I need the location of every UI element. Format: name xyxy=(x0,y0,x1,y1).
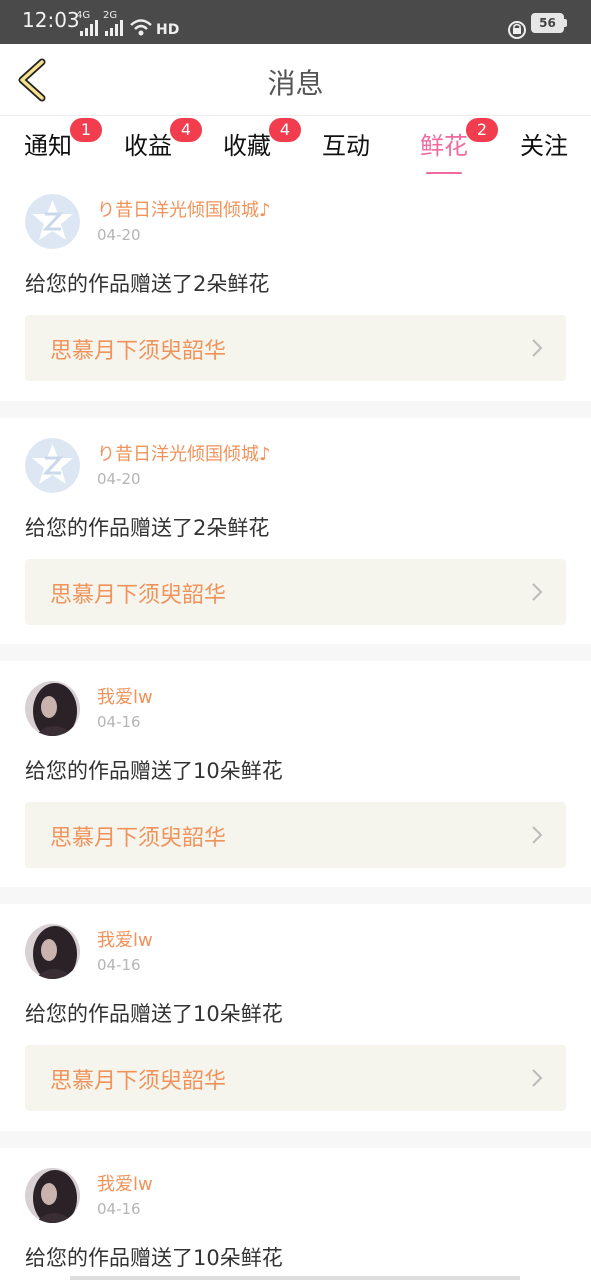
sender-name[interactable]: り昔日洋光倾国倾城♪ xyxy=(97,196,271,222)
message-text: 给您的作品赠送了2朵鲜花 xyxy=(25,272,270,296)
chevron-right-icon xyxy=(532,1069,543,1087)
rotation-lock-icon xyxy=(508,21,526,39)
divider xyxy=(0,1131,591,1148)
avatar[interactable] xyxy=(25,438,80,493)
hd-label: HD xyxy=(156,22,180,38)
message-date: 04-20 xyxy=(97,470,141,488)
tab-label: 鲜花 xyxy=(420,132,468,160)
sender-name[interactable]: 我爱lw xyxy=(97,1170,153,1196)
message-text: 给您的作品赠送了2朵鲜花 xyxy=(25,516,270,540)
tab-flowers[interactable]: 鲜花 2 xyxy=(418,118,498,175)
page-title: 消息 xyxy=(267,67,324,100)
photo-avatar-icon xyxy=(25,1168,80,1223)
wifi-icon xyxy=(130,19,152,36)
tab-follows[interactable]: 关注 xyxy=(518,126,570,170)
tab-label: 关注 xyxy=(520,132,568,160)
tab-notice[interactable]: 通知 1 xyxy=(22,118,102,170)
sender-name[interactable]: 我爱lw xyxy=(97,683,153,709)
avatar[interactable] xyxy=(25,194,80,249)
photo-avatar-icon xyxy=(25,681,80,736)
chevron-right-icon xyxy=(532,339,543,357)
message-date: 04-16 xyxy=(97,1200,141,1218)
signal-icon xyxy=(80,20,98,36)
tab-label: 互动 xyxy=(322,132,370,160)
chevron-right-icon xyxy=(532,826,543,844)
tab-earnings[interactable]: 收益 4 xyxy=(122,118,202,170)
sender-name[interactable]: 我爱lw xyxy=(97,926,153,952)
work-link[interactable]: 思慕月下须臾韶华 xyxy=(25,1045,566,1111)
divider xyxy=(0,887,591,904)
avatar[interactable] xyxy=(25,681,80,736)
list-item[interactable]: 我爱lw 04-16 给您的作品赠送了10朵鲜花 xyxy=(0,1148,591,1280)
status-time: 12:03 xyxy=(22,8,80,32)
chevron-right-icon xyxy=(532,583,543,601)
battery-indicator: 56 xyxy=(531,13,567,33)
status-bar: 12:03 4G 2G HD 56 xyxy=(0,0,591,44)
work-link[interactable]: 思慕月下须臾韶华 xyxy=(25,559,566,625)
work-title: 思慕月下须臾韶华 xyxy=(50,339,227,364)
unread-badge: 1 xyxy=(70,118,102,142)
tab-interactions[interactable]: 互动 xyxy=(320,126,372,170)
work-link[interactable]: 思慕月下须臾韶华 xyxy=(25,315,566,381)
nav-header: 消息 xyxy=(0,44,591,116)
gesture-bar xyxy=(70,1276,520,1280)
list-item[interactable]: り昔日洋光倾国倾城♪ 04-20 给您的作品赠送了2朵鲜花 思慕月下须臾韶华 xyxy=(0,418,591,645)
tab-label: 通知 xyxy=(24,132,72,160)
work-link[interactable]: 思慕月下须臾韶华 xyxy=(25,802,566,868)
z-badge-avatar-icon xyxy=(25,194,80,249)
divider xyxy=(0,644,591,661)
message-date: 04-20 xyxy=(97,226,141,244)
message-date: 04-16 xyxy=(97,956,141,974)
work-title: 思慕月下须臾韶华 xyxy=(50,583,227,608)
message-text: 给您的作品赠送了10朵鲜花 xyxy=(25,1002,283,1026)
unread-badge: 4 xyxy=(170,118,202,142)
avatar[interactable] xyxy=(25,1168,80,1223)
unread-badge: 4 xyxy=(269,118,301,142)
tab-label: 收益 xyxy=(124,132,172,160)
message-tabs: 通知 1 收益 4 收藏 4 互动 鲜花 2 关注 xyxy=(0,116,591,175)
tab-favorites[interactable]: 收藏 4 xyxy=(221,118,301,170)
photo-avatar-icon xyxy=(25,924,80,979)
message-text: 给您的作品赠送了10朵鲜花 xyxy=(25,759,283,783)
message-text: 给您的作品赠送了10朵鲜花 xyxy=(25,1246,283,1270)
avatar[interactable] xyxy=(25,924,80,979)
signal-icon-2 xyxy=(105,20,123,36)
z-badge-avatar-icon xyxy=(25,438,80,493)
work-title: 思慕月下须臾韶华 xyxy=(50,826,227,851)
unread-badge: 2 xyxy=(466,118,498,142)
list-item[interactable]: 我爱lw 04-16 给您的作品赠送了10朵鲜花 思慕月下须臾韶华 xyxy=(0,661,591,888)
list-item[interactable]: り昔日洋光倾国倾城♪ 04-20 给您的作品赠送了2朵鲜花 思慕月下须臾韶华 xyxy=(0,174,591,401)
sender-name[interactable]: り昔日洋光倾国倾城♪ xyxy=(97,440,271,466)
divider xyxy=(0,401,591,418)
work-title: 思慕月下须臾韶华 xyxy=(50,1069,227,1094)
list-item[interactable]: 我爱lw 04-16 给您的作品赠送了10朵鲜花 思慕月下须臾韶华 xyxy=(0,904,591,1131)
message-date: 04-16 xyxy=(97,713,141,731)
tab-label: 收藏 xyxy=(223,132,271,160)
